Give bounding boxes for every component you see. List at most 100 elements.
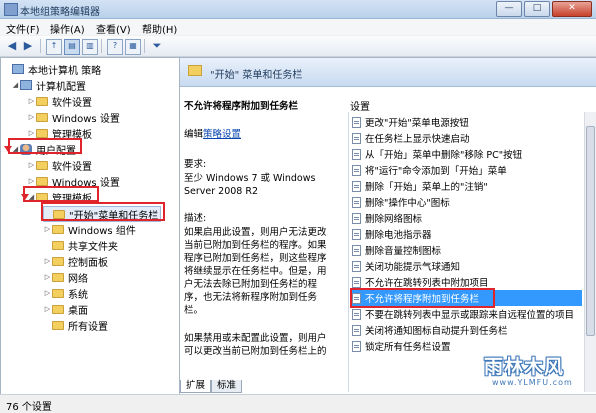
description-line: 如果禁用或未配置此设置，则用户 <box>184 333 327 344</box>
app-icon <box>4 3 18 16</box>
filter-icon[interactable]: ⏷ <box>150 39 164 53</box>
details-header: "开始" 菜单和任务栏 <box>180 58 596 87</box>
tree-item-label: 软件设置 <box>52 97 92 109</box>
policy-setting-icon <box>352 340 361 352</box>
tree-item-computer-config[interactable]: ◢ 计算机配置 <box>11 78 86 93</box>
view-tabs: 扩展 标准 <box>180 380 243 393</box>
policy-setting-icon <box>352 324 361 336</box>
folder-icon <box>188 65 202 76</box>
annotation-arrow-icon <box>4 146 12 152</box>
close-button[interactable]: ✕ <box>552 1 592 17</box>
show-tree-icon[interactable]: ▤ <box>64 39 80 55</box>
expand-arrow-icon[interactable]: ▷ <box>43 305 52 313</box>
setting-label: 关闭功能提示气球通知 <box>365 262 461 273</box>
tree-item-software-settings[interactable]: ▷ 软件设置 <box>27 94 92 109</box>
tree-item-control-panel[interactable]: ▷ 控制面板 <box>43 254 108 269</box>
menu-view[interactable]: 查看(V) <box>96 21 131 36</box>
setting-label: 关闭将通知图标自动提升到任务栏 <box>365 326 508 337</box>
tree-item-network[interactable]: ▷ 网络 <box>43 270 88 285</box>
setting-item[interactable]: 关闭功能提示气球通知 <box>352 258 582 274</box>
requirements-label: 要求: <box>184 159 207 170</box>
folder-icon <box>52 320 64 330</box>
tree-item-user-software-settings[interactable]: ▷ 软件设置 <box>27 158 92 173</box>
computer-icon <box>20 80 32 90</box>
setting-item[interactable]: 删除"操作中心"图标 <box>352 194 582 210</box>
expand-arrow-icon[interactable]: ◢ <box>11 81 20 89</box>
description-line: 当前已附加到任务栏的程序。如果 <box>184 240 327 251</box>
watermark-url: www.YLMFU.com <box>492 378 573 387</box>
maximize-button[interactable]: □ <box>524 1 550 17</box>
policy-setting-icon <box>352 260 361 272</box>
watermark-text: 雨林木风 <box>484 356 565 378</box>
setting-label: 删除网络图标 <box>365 214 423 225</box>
setting-item[interactable]: 更改"开始"菜单电源按钮 <box>352 114 582 130</box>
toolbar-separator <box>101 39 102 53</box>
details-title: "开始" 菜单和任务栏 <box>210 70 303 81</box>
tab-standard[interactable]: 标准 <box>211 380 243 393</box>
tree-item-windows-components[interactable]: ▷ Windows 组件 <box>43 222 136 237</box>
policy-setting-icon <box>352 212 361 224</box>
setting-label: 删除「开始」菜单上的"注销" <box>365 182 488 193</box>
export-list-icon[interactable]: ▥ <box>82 39 98 55</box>
tree-item-desktop[interactable]: ▷ 桌面 <box>43 302 88 317</box>
folder-icon <box>36 96 48 106</box>
setting-item[interactable]: 将"运行"命令添加到「开始」菜单 <box>352 162 582 178</box>
computer-policy-icon <box>12 64 24 74</box>
expand-arrow-icon[interactable]: ▷ <box>43 289 52 297</box>
policy-setting-icon <box>352 132 361 144</box>
watermark-logo: 雨林木风 www.YLMFU.com <box>478 352 590 394</box>
setting-item[interactable]: 关闭将通知图标自动提升到任务栏 <box>352 322 582 338</box>
menu-bar: 文件(F) 操作(A) 查看(V) 帮助(H) <box>0 19 596 36</box>
expand-arrow-icon[interactable]: ▷ <box>27 113 36 121</box>
requirements-line: 至少 Windows 7 或 Windows <box>184 173 316 184</box>
expand-arrow-icon[interactable]: ▷ <box>43 273 52 281</box>
expand-arrow-icon[interactable]: ▷ <box>27 97 36 105</box>
navigation-tree: 本地计算机 策略 ◢ 计算机配置 ▷ 软件设置 ▷ Windows 设置 ▷ 管… <box>0 57 180 395</box>
expand-arrow-icon[interactable]: ▷ <box>27 129 36 137</box>
description-line: 序，也无法将新程序附加到任务 <box>184 292 318 303</box>
tree-item-system[interactable]: ▷ 系统 <box>43 286 88 301</box>
window-title: 本地组策略编辑器 <box>20 7 100 18</box>
tree-item-local-policy[interactable]: 本地计算机 策略 <box>3 62 101 77</box>
menu-file[interactable]: 文件(F) <box>6 21 40 36</box>
help-icon[interactable]: ? <box>107 39 123 55</box>
back-icon[interactable]: ◀ <box>5 39 19 53</box>
edit-line: 编辑策略设置 <box>184 128 241 141</box>
policy-setting-icon <box>352 164 361 176</box>
description-line: 如果启用此设置，则用户无法更改 <box>184 227 327 238</box>
annotation-arrow-icon <box>21 194 29 200</box>
expand-arrow-icon[interactable]: ▷ <box>27 177 36 185</box>
tree-item-all-settings[interactable]: 所有设置 <box>43 318 108 333</box>
settings-column-header[interactable]: 设置 <box>350 98 370 113</box>
expand-arrow-icon[interactable]: ▷ <box>43 225 52 233</box>
pane-divider <box>348 112 349 392</box>
tree-item-label: 系统 <box>68 289 88 301</box>
policy-setting-icon <box>352 244 361 256</box>
setting-item[interactable]: 删除网络图标 <box>352 210 582 226</box>
expand-arrow-icon[interactable]: ▷ <box>27 161 36 169</box>
tab-extended[interactable]: 扩展 <box>180 380 212 393</box>
setting-item[interactable]: 删除电池指示器 <box>352 226 582 242</box>
folder-icon <box>36 112 48 122</box>
forward-icon[interactable]: ▶ <box>21 39 35 53</box>
setting-item[interactable]: 删除音量控制图标 <box>352 242 582 258</box>
setting-item[interactable]: 不要在跳转列表中显示或跟踪来自远程位置的项目 <box>352 306 582 322</box>
settings-scrollbar[interactable] <box>584 112 596 392</box>
edit-policy-link[interactable]: 策略设置 <box>203 129 241 140</box>
menu-help[interactable]: 帮助(H) <box>142 21 177 36</box>
setting-label: 锁定所有任务栏设置 <box>365 342 451 353</box>
minimize-button[interactable]: — <box>496 1 522 17</box>
properties-icon[interactable]: ▦ <box>125 39 141 55</box>
expand-arrow-icon[interactable]: ▷ <box>43 257 52 265</box>
menu-action[interactable]: 操作(A) <box>50 21 85 36</box>
setting-item[interactable]: 在任务栏上显示快速启动 <box>352 130 582 146</box>
tree-item-label: 共享文件夹 <box>68 241 118 253</box>
policy-setting-icon <box>352 276 361 288</box>
setting-item[interactable]: 从「开始」菜单中删除"移除 PC"按钮 <box>352 146 582 162</box>
up-folder-icon[interactable]: ↑ <box>46 39 62 55</box>
setting-item[interactable]: 删除「开始」菜单上的"注销" <box>352 178 582 194</box>
title-bar: 本地组策略编辑器 — □ ✕ <box>0 0 596 19</box>
scrollbar-thumb[interactable] <box>586 126 595 336</box>
tree-item-windows-settings[interactable]: ▷ Windows 设置 <box>27 110 120 125</box>
tree-item-shared-folders[interactable]: 共享文件夹 <box>43 238 118 253</box>
